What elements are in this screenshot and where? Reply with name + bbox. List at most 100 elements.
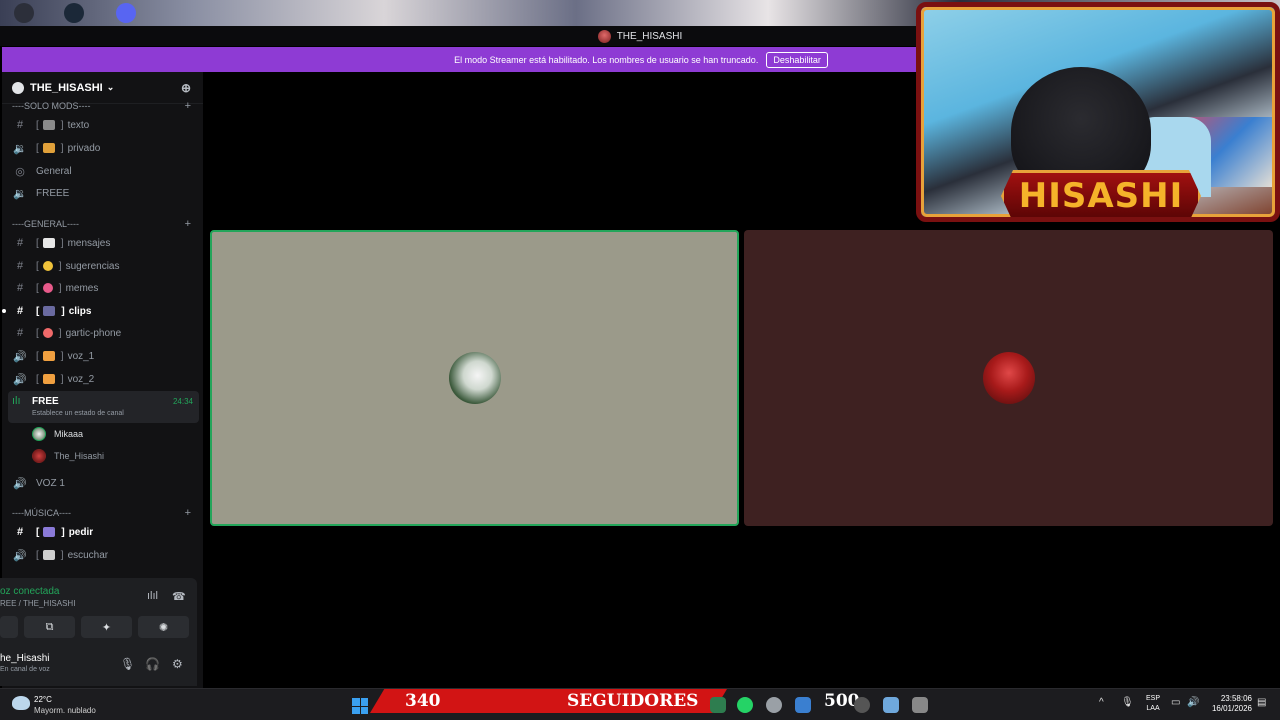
voice-channel-icon: 🔊 [13,549,27,562]
edge-icon[interactable] [710,697,726,713]
add-channel-plus-icon[interactable]: + [185,218,191,230]
voice-member[interactable]: Mikaaa [32,425,83,443]
username[interactable]: he_Hisashi [0,653,49,664]
add-channel-plus-icon[interactable]: + [185,507,191,519]
channel-voz-1[interactable]: 🔊 [ ] voz_1 [12,346,94,366]
server-header[interactable]: THE_HISASHI ⌄ ⊕ [2,72,203,104]
windows-start-icon[interactable] [352,698,368,714]
channel-status-prompt[interactable]: Establece un estado de canal [32,410,124,417]
laughing-emoji-icon [42,283,53,293]
screen-share-button[interactable]: ⧉ [24,616,75,638]
headphones-icon[interactable]: 🎧 [145,657,160,671]
text-channel-icon: # [16,260,24,272]
active-channel-name: FREE [32,396,59,407]
voice-connected-label[interactable]: oz conectada [0,586,60,597]
noise-suppression-icon[interactable]: ılıl [147,590,158,602]
server-avatar-icon [597,29,611,43]
channel-freee[interactable]: 🔉 FREEE [12,183,69,203]
microphone-icon[interactable]: 🎙 [120,657,135,671]
channel-sugerencias[interactable]: # [ ] sugerencias [12,256,120,276]
volume-icon[interactable]: 🔊 [1187,697,1199,708]
participant-tile-speaking[interactable] [210,230,739,526]
bracket-open-icon: [ [36,305,40,317]
weather-temperature[interactable]: 22°C [34,695,52,704]
face-emoji-icon [42,328,53,338]
channel-label: sugerencias [65,260,120,272]
megaphone-emoji-icon [42,351,55,361]
bracket-open-icon: [ [36,327,39,339]
system-clock[interactable]: 23:58:06 16/01/2026 [1206,694,1252,714]
bracket-open-icon: [ [36,237,39,249]
steam-icon[interactable] [64,3,84,23]
invite-people-icon[interactable]: ⊕ [181,81,191,95]
avatar [32,449,46,463]
cloud-emoji-icon [42,120,55,130]
channel-pedir[interactable]: # [ ] pedir [12,522,93,542]
soundboard-button[interactable]: ✺ [138,616,189,638]
bracket-close-icon: ] [60,237,64,249]
clock-date: 16/01/2026 [1211,704,1252,713]
notification-icon[interactable]: ▤ [1257,697,1266,708]
whatsapp-icon[interactable] [737,697,753,713]
disable-streamer-mode-button[interactable]: Deshabilitar [766,51,828,68]
network-icon[interactable]: ▭ [1171,697,1180,708]
camera-button[interactable] [0,616,18,638]
activities-button[interactable]: ✦ [81,616,132,638]
bracket-close-icon: ] [60,350,64,362]
active-voice-channel[interactable]: ılı FREE Establece un estado de canal 24… [8,391,199,423]
disconnect-call-icon[interactable]: ☎ [172,590,186,603]
bracket-open-icon: [ [36,373,39,385]
headphones-emoji-icon [42,550,55,560]
monitor-app-icon[interactable] [883,697,899,713]
tray-chevron-up-icon[interactable]: ^ [1099,697,1104,708]
chatgpt-icon[interactable] [766,697,782,713]
channel-memes[interactable]: # [ ] memes [12,278,98,298]
channel-gartic-phone[interactable]: # [ ] gartic-phone [12,323,121,343]
bracket-close-icon: ] [58,327,62,339]
discord-icon[interactable] [116,3,136,23]
channel-general-stage[interactable]: ◎ General [12,161,71,181]
channel-privado[interactable]: 🔉 [ ] privado [12,138,100,158]
obs-icon[interactable] [854,697,870,713]
channel-label: voz_1 [67,350,95,362]
bracket-close-icon: ] [58,282,62,294]
channel-label: VOZ 1 [36,477,65,489]
channel-texto[interactable]: # [ ] texto [12,115,89,135]
voice-channel-icon: 🔊 [13,350,27,363]
desktop-app-icon[interactable] [14,3,34,23]
book-emoji-icon [42,238,55,248]
input-language[interactable]: ESP LAA [1146,694,1160,714]
channel-clips[interactable]: # [ ] clips [2,301,91,321]
channel-voz-2[interactable]: 🔊 [ ] voz_2 [12,369,94,389]
music-note-emoji-icon [43,527,56,537]
channel-voz-1-upper[interactable]: 🔊 VOZ 1 [12,473,65,493]
channel-escuchar[interactable]: 🔊 [ ] escuchar [12,545,108,565]
category-general[interactable]: ----GENERAL---- [12,219,79,229]
voice-member[interactable]: The_Hisashi [32,447,104,465]
settings-gear-icon[interactable]: ⚙ [172,657,183,671]
voice-connected-location[interactable]: REE / THE_HISASHI [0,599,75,608]
cloud-weather-icon[interactable] [12,696,30,710]
avatar [448,352,501,404]
banner-text: El modo Streamer está habilitado. Los no… [454,54,759,65]
add-channel-plus-icon[interactable]: + [185,100,191,112]
follower-label: SEGUIDORES [567,691,699,711]
tray-microphone-icon[interactable]: 🎙 [1121,697,1134,708]
clock-time: 23:58:06 [1220,694,1252,703]
weather-description[interactable]: Mayorm. nublado [34,706,96,715]
webcam-overlay: HISASHI [916,2,1280,222]
channel-mensajes[interactable]: # [ ] mensajes [12,233,110,253]
voice-activity-icon: ılı [12,395,21,407]
bracket-open-icon: [ [36,260,39,272]
bracket-open-icon: [ [36,282,39,294]
category-musica[interactable]: ----MÚSICA---- [12,508,71,518]
category-solo-mods[interactable]: ----SOLO MODS---- [12,101,91,111]
thinking-emoji-icon [42,261,53,271]
text-channel-icon: # [16,305,24,317]
user-panel: he_Hisashi En canal de voz 🎙 🎧 ⚙ [0,645,197,686]
text-channel-icon: # [16,526,24,538]
app-icon[interactable] [795,697,811,713]
app-icon[interactable] [912,697,928,713]
participant-tile[interactable] [744,230,1273,526]
bracket-close-icon: ] [60,119,64,131]
